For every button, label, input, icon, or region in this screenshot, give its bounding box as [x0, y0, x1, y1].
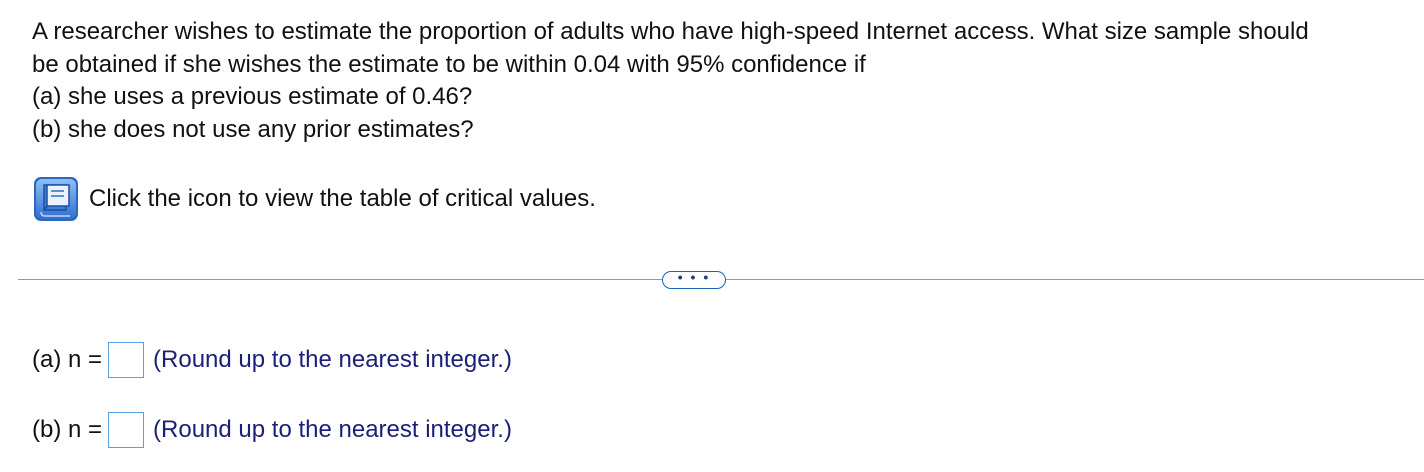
answer-hint-a: (Round up to the nearest integer.) [153, 346, 512, 373]
question-line-2: be obtained if she wishes the estimate t… [32, 50, 866, 78]
question-line-part-a: (a) she uses a previous estimate of 0.46… [32, 83, 473, 110]
answer-row-a: (a) n = (Round up to the nearest integer… [32, 340, 512, 380]
answer-label-a: (a) n = [32, 346, 103, 373]
answer-label-b: (b) n = [32, 416, 103, 443]
more-options-button[interactable]: • • • [662, 269, 726, 289]
book-icon[interactable] [33, 176, 79, 222]
answer-input-b[interactable] [108, 412, 145, 448]
answer-input-a[interactable] [108, 342, 145, 378]
critical-values-help: Click the icon to view the table of crit… [33, 176, 596, 222]
question-text: A researcher wishes to estimate the prop… [32, 16, 1424, 146]
answer-hint-b: (Round up to the nearest integer.) [153, 416, 512, 443]
ellipsis-icon: • • • [677, 269, 711, 285]
question-line-1: A researcher wishes to estimate the prop… [32, 18, 1309, 45]
question-line-part-b: (b) she does not use any prior estimates… [32, 115, 474, 143]
answer-row-b: (b) n = (Round up to the nearest integer… [32, 410, 512, 450]
help-link-text[interactable]: Click the icon to view the table of crit… [89, 183, 596, 215]
